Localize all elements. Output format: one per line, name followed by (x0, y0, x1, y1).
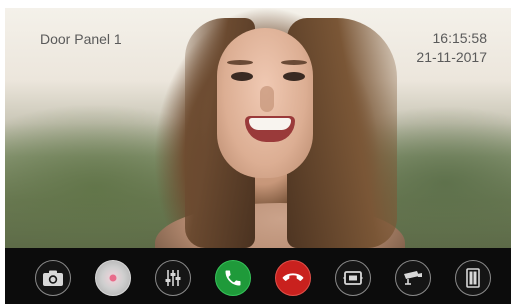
door-icon (466, 268, 480, 288)
phone-answer-icon (225, 270, 241, 286)
video-person-brow-left (227, 60, 253, 65)
settings-button[interactable] (155, 260, 191, 296)
time-display: 16:15:58 (432, 30, 488, 46)
phone-hangup-icon (282, 273, 304, 281)
sliders-icon (165, 270, 181, 286)
video-person-eye-right (283, 72, 305, 81)
call-toolbar (5, 248, 511, 304)
cctv-camera-icon (404, 271, 422, 285)
hangup-call-button[interactable] (275, 260, 311, 296)
cctv-button[interactable] (395, 260, 431, 296)
date-display: 21-11-2017 (416, 49, 487, 65)
microphone-icon (109, 274, 117, 282)
door-panel-name: Door Panel 1 (40, 31, 122, 47)
camera-icon (43, 270, 63, 286)
video-person-brow-right (281, 60, 307, 65)
microphone-button[interactable] (95, 260, 131, 296)
snapshot-button[interactable] (35, 260, 71, 296)
video-person-teeth (249, 118, 291, 130)
door-unlock-button[interactable] (455, 260, 491, 296)
answer-call-button[interactable] (215, 260, 251, 296)
video-person-eye-left (231, 72, 253, 81)
video-person-nose (260, 86, 274, 112)
monitor-button[interactable] (335, 260, 371, 296)
datetime-display: 16:15:58 21-11-2017 (416, 29, 487, 67)
monitor-icon (343, 271, 363, 285)
